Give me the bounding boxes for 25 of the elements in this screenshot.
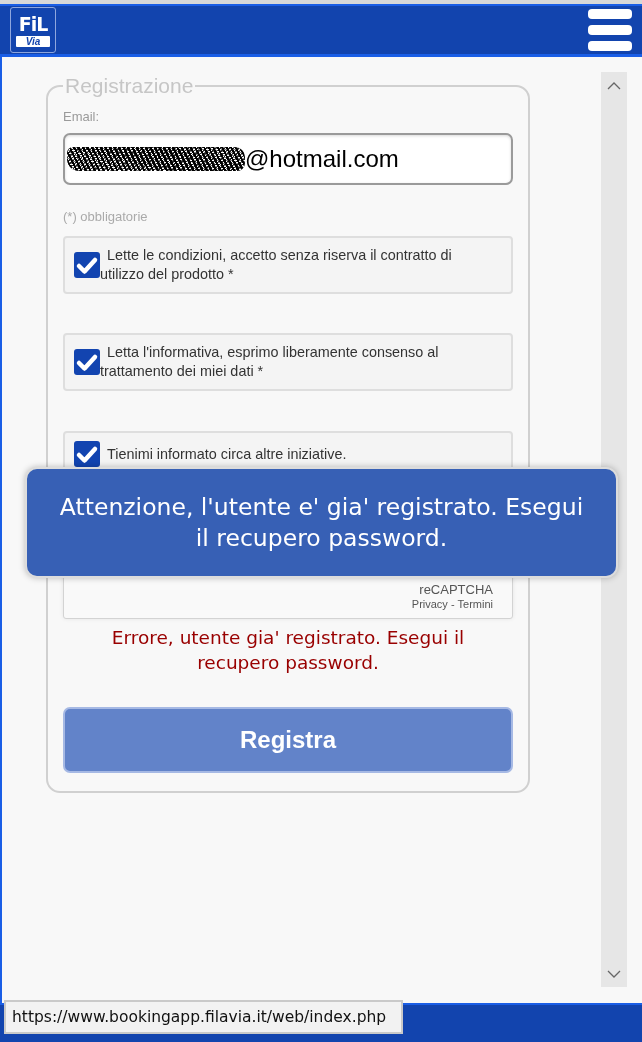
logo-wordmark: FiL: [18, 13, 48, 35]
link-separator: -: [450, 598, 455, 611]
error-message: Errore, utente gia' registrato. Esegui il recupero password.: [110, 626, 466, 675]
recaptcha-link[interactable]: Privacy: [411, 598, 448, 611]
consent-label: Lette le condizioni, accetto senza riserva il contratto di utilizzo del prodotto *: [100, 246, 453, 284]
checkbox[interactable]: [74, 349, 100, 375]
checkbox[interactable]: [74, 252, 100, 278]
logo-subtitle: Via: [16, 36, 50, 47]
email-field[interactable]: @hotmail.com: [63, 133, 513, 185]
scrollbar[interactable]: [601, 72, 627, 987]
checkbox[interactable]: [74, 441, 100, 467]
logo[interactable]: FiL Via: [10, 7, 56, 53]
email-value: @hotmail.com: [245, 145, 399, 173]
register-button[interactable]: Registra: [63, 707, 513, 773]
scroll-down-icon[interactable]: [607, 970, 621, 978]
scroll-up-icon[interactable]: [607, 82, 621, 90]
url-tooltip: https://www.bookingapp.filavia.it/web/index.php: [4, 1000, 403, 1034]
email-label: Email:: [63, 109, 101, 124]
consent-label: Tienimi informato circa altre iniziative.: [106, 444, 348, 464]
consent-label: Letta l'informativa, esprimo liberamente consenso al trattamento dei miei dati *: [100, 343, 440, 381]
recaptcha-link[interactable]: Termini: [457, 598, 493, 611]
recaptcha-brand: reCAPTCHA: [419, 583, 493, 597]
menu-icon[interactable]: [588, 9, 632, 51]
alert-toast: Attenzione, l'utente e' gia' registrato. Esegui il recupero password.: [25, 467, 618, 578]
required-note: (*) obbligatorie: [63, 209, 149, 224]
